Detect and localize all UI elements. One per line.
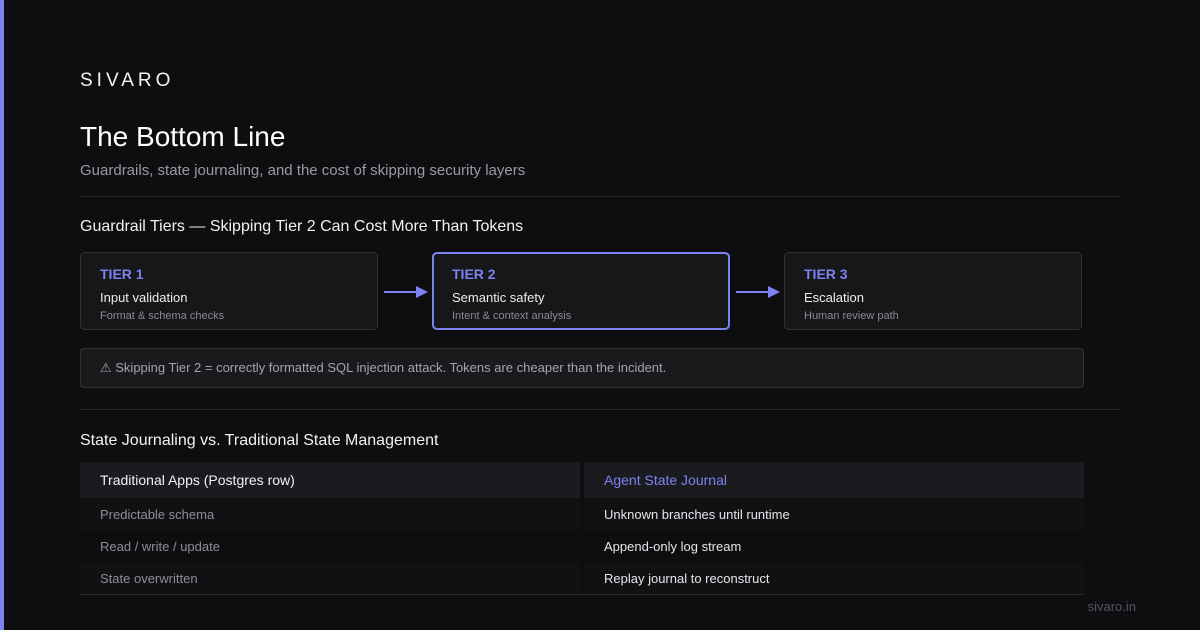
brand-logo: SIVARO: [80, 70, 175, 91]
table-cell: Append-only log stream: [584, 530, 1084, 562]
comparison-table: Traditional Apps (Postgres row) Agent St…: [80, 462, 1084, 595]
table-row: Predictable schema Unknown branches unti…: [80, 498, 1084, 530]
table-row: Read / write / update Append-only log st…: [80, 530, 1084, 562]
guardrail-section-title: Guardrail Tiers — Skipping Tier 2 Can Co…: [80, 218, 524, 235]
column-header-traditional: Traditional Apps (Postgres row): [80, 462, 580, 498]
tier-name: Input validation: [100, 290, 188, 305]
page-subtitle: Guardrails, state journaling, and the co…: [80, 162, 526, 179]
divider: [80, 594, 1084, 595]
tier-name: Escalation: [804, 290, 864, 305]
tier-description: Format & schema checks: [100, 310, 225, 322]
tier-1-card: TIER 1 Input validation Format & schema …: [80, 252, 378, 330]
table-header-row: Traditional Apps (Postgres row) Agent St…: [80, 462, 1084, 498]
table-cell: Read / write / update: [80, 530, 580, 562]
table-row: State overwritten Replay journal to reco…: [80, 562, 1084, 594]
tier-label: TIER 1: [100, 266, 144, 282]
warning-callout: ⚠ Skipping Tier 2 = correctly formatted …: [80, 348, 1084, 388]
column-header-agent-journal: Agent State Journal: [584, 462, 1084, 498]
table-cell: Predictable schema: [80, 498, 580, 530]
footer-url: sivaro.in: [1087, 599, 1136, 614]
tier-name: Semantic safety: [452, 290, 545, 305]
table-cell: Replay journal to reconstruct: [584, 562, 1084, 594]
divider: [80, 196, 1120, 197]
tier-description: Intent & context analysis: [452, 310, 572, 322]
page-title: The Bottom Line: [80, 121, 286, 152]
arrow-right-icon: [736, 286, 780, 298]
arrow-right-icon: [384, 286, 428, 298]
tier-3-card: TIER 3 Escalation Human review path: [784, 252, 1082, 330]
tier-2-card: TIER 2 Semantic safety Intent & context …: [432, 252, 730, 330]
table-cell: Unknown branches until runtime: [584, 498, 1084, 530]
divider: [80, 409, 1120, 410]
state-section-title: State Journaling vs. Traditional State M…: [80, 432, 439, 449]
tier-label: TIER 3: [804, 266, 848, 282]
tier-description: Human review path: [804, 310, 899, 322]
left-accent-bar: [0, 0, 4, 630]
table-cell: State overwritten: [80, 562, 580, 594]
tier-label: TIER 2: [452, 266, 496, 282]
